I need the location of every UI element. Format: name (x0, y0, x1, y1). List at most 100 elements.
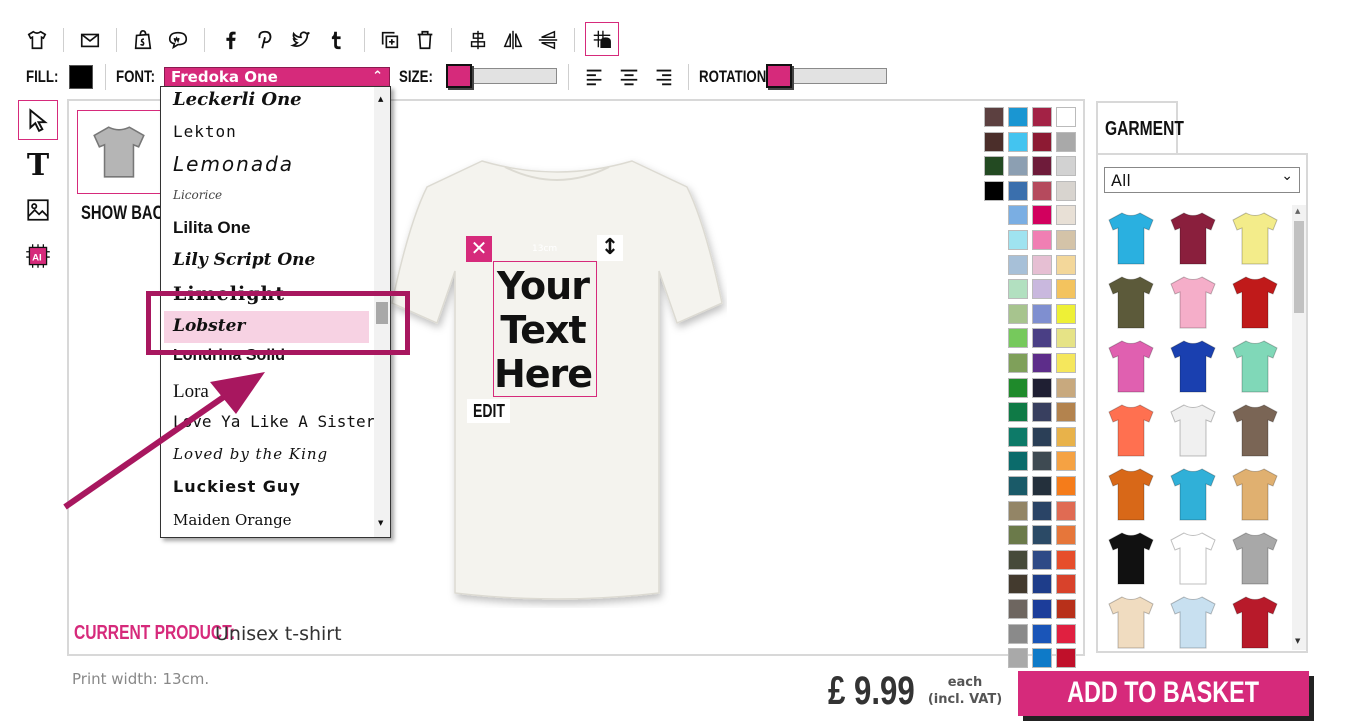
scroll-down-icon[interactable]: ▼ (378, 519, 383, 527)
color-swatch[interactable] (1008, 254, 1028, 275)
color-swatch[interactable] (1032, 107, 1052, 127)
delete-icon[interactable]: ✕ (466, 236, 492, 262)
color-swatch[interactable] (1056, 549, 1076, 570)
color-swatch[interactable] (1008, 451, 1028, 472)
color-swatch[interactable] (1008, 107, 1028, 127)
edit-button[interactable]: EDIT (467, 399, 510, 423)
color-swatch[interactable] (1056, 107, 1076, 127)
ai-tool[interactable]: AI (18, 236, 58, 276)
color-swatch[interactable] (1032, 402, 1052, 423)
garment-thumbnail[interactable] (1168, 209, 1218, 267)
color-swatch[interactable] (1008, 402, 1028, 423)
color-swatch[interactable] (1032, 599, 1052, 619)
flip-horizontal-icon[interactable] (499, 26, 527, 54)
color-swatch[interactable] (1056, 180, 1076, 201)
color-swatch[interactable] (1056, 230, 1076, 250)
color-swatch[interactable] (1032, 328, 1052, 349)
align-right-icon[interactable] (649, 63, 677, 91)
color-swatch[interactable] (984, 107, 1004, 127)
fill-color-swatch[interactable] (69, 65, 93, 89)
select-tool[interactable] (18, 100, 58, 140)
back-view-thumbnail[interactable] (77, 110, 161, 194)
color-swatch[interactable] (1008, 549, 1028, 570)
color-swatch[interactable] (1056, 279, 1076, 300)
color-swatch[interactable] (1056, 574, 1076, 595)
color-swatch[interactable] (1056, 500, 1076, 521)
color-swatch[interactable] (1032, 377, 1052, 398)
tumblr-icon[interactable] (322, 26, 350, 54)
font-option[interactable]: Licorice (173, 188, 222, 202)
color-swatch[interactable] (1032, 205, 1052, 226)
font-option[interactable]: Leckerli One (173, 89, 302, 110)
color-swatch[interactable] (1008, 476, 1028, 496)
scroll-down-icon[interactable]: ▼ (1295, 637, 1300, 645)
font-option[interactable]: Lemonada (173, 152, 294, 176)
scroll-up-icon[interactable]: ▲ (1295, 207, 1300, 215)
color-swatch[interactable] (1032, 180, 1052, 201)
garment-thumbnail[interactable] (1168, 465, 1218, 523)
color-swatch[interactable] (1032, 525, 1052, 546)
scroll-thumb[interactable] (1294, 221, 1304, 313)
color-swatch[interactable] (1056, 377, 1076, 398)
garment-thumbnail[interactable] (1106, 337, 1156, 395)
color-swatch[interactable] (1056, 254, 1076, 275)
color-swatch[interactable] (1056, 648, 1076, 669)
garment-thumbnail[interactable] (1106, 401, 1156, 459)
garment-thumbnail[interactable] (1230, 337, 1280, 395)
color-swatch[interactable] (1056, 426, 1076, 447)
color-swatch[interactable] (1056, 451, 1076, 472)
color-swatch[interactable] (1008, 500, 1028, 521)
font-select[interactable]: Fredoka One ⌃ (164, 67, 390, 87)
image-tool[interactable] (18, 190, 58, 230)
color-swatch[interactable] (1008, 328, 1028, 349)
color-swatch[interactable] (1008, 156, 1028, 177)
color-swatch[interactable] (1008, 131, 1028, 152)
email-icon[interactable] (76, 26, 104, 54)
add-to-basket-button[interactable]: ADD TO BASKET (1018, 671, 1309, 716)
color-swatch[interactable] (1032, 549, 1052, 570)
garment-thumbnail[interactable] (1168, 529, 1218, 587)
garment-thumbnail[interactable] (1106, 209, 1156, 267)
garment-thumbnail[interactable] (1106, 465, 1156, 523)
garment-scrollbar[interactable]: ▲ ▼ (1292, 205, 1306, 650)
color-swatch[interactable] (1056, 131, 1076, 152)
garment-thumbnail[interactable] (1230, 273, 1280, 331)
font-option[interactable]: Lekton (173, 122, 237, 141)
garment-thumbnail[interactable] (1106, 529, 1156, 587)
tshirt-icon[interactable] (23, 26, 51, 54)
color-swatch[interactable] (984, 180, 1004, 201)
garment-thumbnail[interactable] (1106, 593, 1156, 651)
color-swatch[interactable] (1008, 303, 1028, 324)
pinterest-icon[interactable] (251, 26, 279, 54)
garment-thumbnail[interactable] (1230, 401, 1280, 459)
garment-thumbnail[interactable] (1230, 593, 1280, 651)
color-swatch[interactable] (984, 131, 1004, 152)
color-swatch[interactable] (1056, 525, 1076, 546)
shopify-icon[interactable] (129, 26, 157, 54)
font-option[interactable]: Lilita One (173, 218, 250, 238)
garment-filter-select[interactable]: All ⌄ (1104, 167, 1300, 193)
align-center-icon[interactable] (615, 63, 643, 91)
garment-thumbnail[interactable] (1168, 273, 1218, 331)
color-swatch[interactable] (1032, 353, 1052, 373)
garment-thumbnail[interactable] (1168, 401, 1218, 459)
color-swatch[interactable] (1008, 279, 1028, 300)
size-slider-thumb[interactable] (446, 64, 472, 88)
duplicate-icon[interactable] (376, 26, 404, 54)
color-swatch[interactable] (984, 156, 1004, 177)
twitter-icon[interactable] (287, 26, 315, 54)
design-text-box[interactable]: Your Text Here (493, 261, 597, 397)
color-swatch[interactable] (1032, 451, 1052, 472)
color-swatch[interactable] (1008, 180, 1028, 201)
color-swatch[interactable] (1008, 377, 1028, 398)
facebook-icon[interactable] (217, 26, 245, 54)
chat-icon[interactable] (164, 26, 192, 54)
color-swatch[interactable] (1032, 574, 1052, 595)
color-swatch[interactable] (1032, 426, 1052, 447)
color-swatch[interactable] (1056, 303, 1076, 324)
color-swatch[interactable] (1032, 156, 1052, 177)
color-swatch[interactable] (1056, 205, 1076, 226)
color-swatch[interactable] (1032, 648, 1052, 669)
align-left-icon[interactable] (581, 63, 609, 91)
color-swatch[interactable] (1008, 648, 1028, 669)
